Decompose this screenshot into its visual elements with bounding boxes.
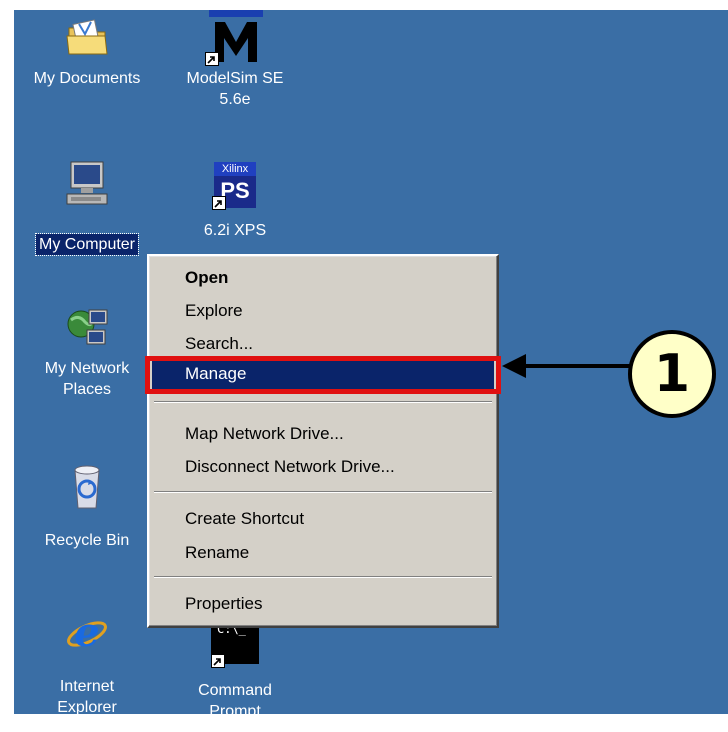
shortcut-arrow-icon [211,654,225,668]
menu-separator [154,401,492,403]
callout-arrow-icon [502,354,630,378]
recycle-bin-icon [65,462,109,512]
menu-item-map-network-drive[interactable]: Map Network Drive... [152,419,494,449]
xilinx-xps-icon-item[interactable]: Xilinx PS 6.2i XPS [175,160,295,241]
network-icon [65,306,109,350]
menu-item-create-shortcut[interactable]: Create Shortcut [152,504,494,534]
desktop-icon-label: ModelSim SE 5.6e [186,70,284,108]
internet-explorer-icon-item[interactable]: e Internet Explorer [27,609,147,714]
desktop-icon-label: Recycle Bin [44,532,130,549]
desktop-icon-label: My Computer [34,233,140,256]
desktop-icon-label: Internet Explorer [57,678,117,714]
menu-item-search[interactable]: Search... [152,329,494,359]
desktop-icon-label: Command Prompt [198,682,272,714]
shortcut-arrow-icon [205,52,219,66]
folder-icon [65,16,109,60]
menu-separator [154,491,492,493]
callout-number: 1 [628,330,716,418]
context-menu: Open Explore Search... Manage Map Networ… [147,254,499,628]
menu-item-open[interactable]: Open [152,263,494,293]
desktop-icon-label: My Network Places [44,360,130,398]
my-network-places-icon-item[interactable]: My Network Places [27,306,147,400]
modelsim-icon [205,10,265,66]
my-computer-icon-item[interactable]: My Computer [27,160,147,256]
menu-item-rename[interactable]: Rename [152,538,494,568]
computer-icon [65,160,109,212]
xilinx-icon: Xilinx PS [212,160,258,210]
recycle-bin-icon-item[interactable]: Recycle Bin [27,462,147,551]
menu-item-explore[interactable]: Explore [152,296,494,326]
command-prompt-icon-item[interactable]: C:\_ Command Prompt [175,620,295,714]
menu-item-properties[interactable]: Properties [152,589,494,619]
desktop-icon-label: My Documents [33,70,141,87]
shortcut-arrow-icon [212,196,226,210]
my-documents-icon-item[interactable]: My Documents [27,16,147,89]
svg-text:e: e [74,610,99,654]
modelsim-icon-item[interactable]: ModelSim SE 5.6e [175,10,295,110]
desktop-icon-label: 6.2i XPS [203,222,267,239]
manage-highlight-box [145,356,501,394]
ie-icon: e [65,609,109,656]
menu-item-disconnect-network-drive[interactable]: Disconnect Network Drive... [152,452,494,482]
menu-separator [154,576,492,578]
